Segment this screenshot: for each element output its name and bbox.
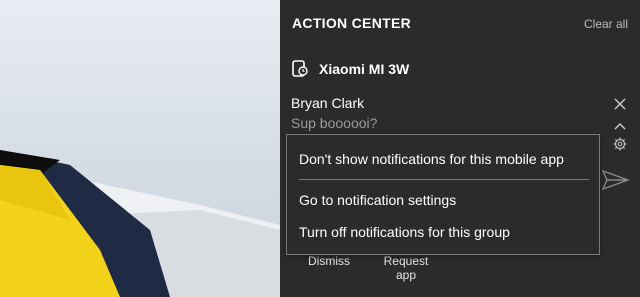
- request-app-button[interactable]: Request app: [376, 254, 436, 282]
- gear-icon[interactable]: [612, 136, 628, 152]
- menu-item-notification-settings[interactable]: Go to notification settings: [287, 185, 599, 215]
- dismiss-button[interactable]: Dismiss: [298, 254, 368, 268]
- notification-sender[interactable]: Bryan Clark: [291, 95, 364, 111]
- action-center-title: ACTION CENTER: [292, 15, 412, 31]
- phone-icon: [290, 59, 310, 79]
- chevron-up-icon[interactable]: [613, 116, 627, 130]
- desktop-wallpaper: [0, 0, 280, 297]
- app-name: Xiaomi MI 3W: [319, 61, 410, 77]
- request-app-label-line2: app: [395, 268, 417, 282]
- notification-group-header[interactable]: Xiaomi MI 3W: [290, 58, 409, 80]
- menu-item-turn-off-group[interactable]: Turn off notifications for this group: [287, 217, 599, 247]
- request-app-label-line1: Request: [383, 254, 429, 268]
- clear-all-button[interactable]: Clear all: [584, 17, 628, 31]
- menu-separator: [299, 179, 589, 180]
- send-icon[interactable]: [601, 169, 631, 191]
- notification-context-menu: Don't show notifications for this mobile…: [286, 134, 600, 255]
- menu-item-dont-show-mobile-app[interactable]: Don't show notifications for this mobile…: [287, 144, 599, 174]
- notification-message[interactable]: Sup boooooi?: [291, 115, 377, 131]
- close-icon[interactable]: [613, 96, 627, 110]
